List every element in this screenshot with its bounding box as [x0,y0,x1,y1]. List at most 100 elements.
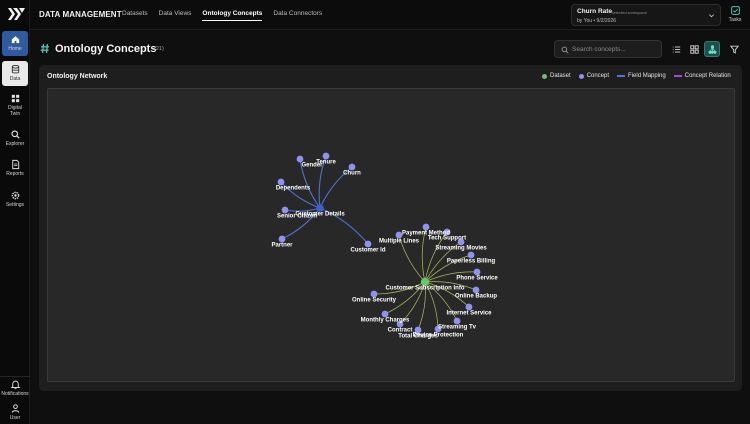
network-canvas[interactable]: Gender Tenure Churn Dependents Senior Citize… [47,88,735,382]
rail-divider [0,376,30,377]
left-rail: Home Data Digital Twin Explorer Reports … [0,0,30,424]
rail-reports[interactable]: Reports [2,159,28,178]
label-churn: Churn [343,171,361,177]
label-online-backup: Online Backup [455,294,497,300]
node-partner[interactable] [278,235,286,243]
main-nav: Datasets Data Views Ontology Concepts Da… [122,10,333,21]
grid-icon [11,94,19,103]
rail-twin-label: Twin [9,110,21,117]
nav-tab-data-connectors[interactable]: Data Connectors [273,10,322,21]
node-gender[interactable] [296,155,304,163]
concept-count: (21) [154,46,164,52]
label-tenure: Tenure [316,160,336,166]
rail-notifications-label: Notifications [1,391,29,397]
home-icon [11,36,19,44]
legend-concept-swatch [578,73,584,79]
legend-concept-relation-swatch [673,75,682,77]
rail-data[interactable]: Data [2,61,28,86]
nav-tab-ontology-concepts[interactable]: Ontology Concepts [202,10,263,21]
label-streaming-tv: Streaming Tv [438,325,477,331]
node-phone-service[interactable] [473,268,481,276]
node-customer-id[interactable] [364,240,372,248]
tasks-label: Tasks [728,17,742,23]
legend-concept: Concept [578,73,610,79]
list-view-button[interactable] [668,41,684,57]
grid-view-icon [689,44,699,54]
workspace-name: Churn Rate [577,8,613,15]
legend-field-mapping-label: Field Mapping [628,73,666,79]
rail-digital-twin[interactable]: Digital Twin [2,93,28,117]
network-graph[interactable]: GenderTenureChurnDependentsSenior Citize… [48,89,735,382]
node-churn[interactable] [348,163,356,171]
node-internet-service[interactable] [465,303,473,311]
page-title: Ontology Concepts [55,43,157,55]
user-icon [11,404,19,413]
panel-title: Ontology Network [47,73,108,80]
ontology-network-panel: Ontology Network Dataset Concept Field M… [39,65,742,391]
legend-dataset-label: Dataset [550,73,571,79]
rail-notifications[interactable]: Notifications [1,379,29,398]
report-icon [11,159,19,170]
chevron-down-icon [709,14,714,18]
top-bar: DATA MANAGEMENT Datasets Data Views Onto… [30,0,750,30]
rail-reports-label: Reports [6,171,24,177]
filter-icon [729,45,739,54]
rail-user-label: User [9,415,21,421]
workspace-owner-date: by You • 9/2/2026 [577,17,617,24]
hash-icon [40,43,49,54]
workspace-selector[interactable]: Churn Rate Selected workspace by You • 9… [571,4,721,26]
database-icon [11,65,19,74]
node-streaming-tv[interactable] [453,317,461,325]
label-internet-service: Internet Service [446,311,492,317]
filter-button[interactable] [726,41,742,57]
legend-field-mapping-swatch [617,75,626,77]
label-paperless-billing: Paperless Billing [447,259,496,265]
node-dependents[interactable] [277,178,285,186]
label-partner: Partner [271,243,293,249]
rail-data-label: Data [9,76,21,82]
rail-home[interactable]: Home [2,31,28,56]
node-monthly-charges[interactable] [381,310,389,318]
node-online-security[interactable] [370,290,378,298]
tasks-icon [730,6,740,15]
nav-tab-data-views[interactable]: Data Views [159,10,192,21]
label-phone-service: Phone Service [456,276,498,282]
rail-explorer[interactable]: Explorer [2,129,28,148]
search-input[interactable] [572,43,658,56]
rail-home-label: Home [8,46,22,52]
workspace-subtitle: Selected workspace [611,9,647,15]
label-total-charges: Total Charges [398,334,438,340]
legend-dataset: Dataset [542,73,571,79]
node-payment-method[interactable] [422,223,430,231]
label-customer-subscription-info: Customer Subscription Info [385,286,464,292]
legend-concept-relation: Concept Relation [673,73,731,79]
legend-concept-relation-label: Concept Relation [684,73,731,79]
brand-logo[interactable] [4,6,26,22]
rail-explorer-label: Explorer [5,141,25,147]
node-paperless-billing[interactable] [467,251,475,259]
network-view-button[interactable] [704,41,720,57]
legend-concept-label: Concept [586,73,610,79]
network-icon [707,44,717,54]
label-customer-id: Customer Id [350,248,385,254]
rail-settings-label: Settings [5,202,25,208]
label-monthly-charges: Monthly Charges [361,318,410,324]
rail-user[interactable]: User [2,403,28,422]
label-multiple-lines: Multiple Lines [379,239,420,245]
nav-tab-datasets[interactable]: Datasets [122,10,148,21]
legend-field-mapping: Field Mapping [617,73,666,79]
tasks-button[interactable]: Tasks [724,5,746,23]
label-online-security: Online Security [352,298,397,304]
grid-view-button[interactable] [686,41,702,57]
brand-title: DATA MANAGEMENT [39,10,122,19]
app-root: Home Data Digital Twin Explorer Reports … [0,0,750,424]
list-icon [672,46,680,52]
search-icon [10,130,20,139]
rail-settings[interactable]: Settings [2,190,28,209]
node-online-backup[interactable] [472,286,480,294]
network-legend: Dataset Concept Field Mapping Concept Re… [542,73,739,79]
legend-dataset-swatch [542,73,547,79]
label-customer-details: Customer Details [295,212,345,218]
node-tenure[interactable] [322,152,330,160]
node-senior-citizen[interactable] [281,206,289,214]
